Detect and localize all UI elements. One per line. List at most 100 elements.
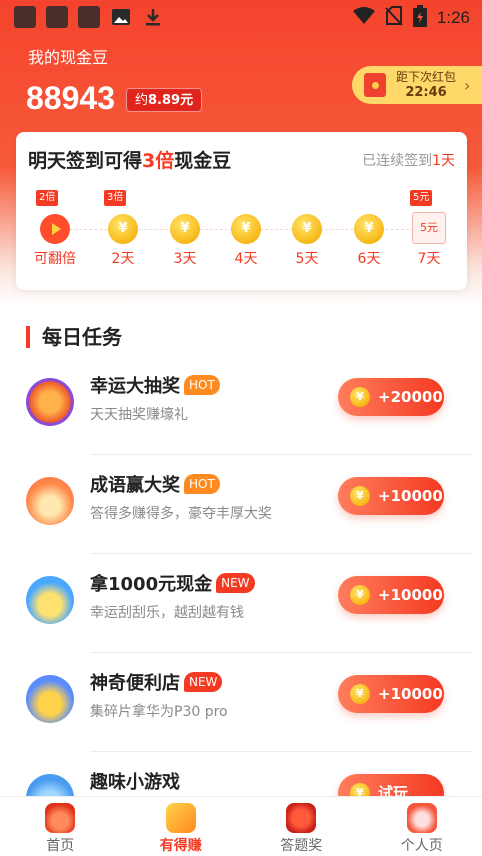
download-icon bbox=[142, 6, 164, 28]
scratch-card-icon bbox=[26, 576, 74, 624]
coin-icon: ¥ bbox=[350, 387, 370, 407]
task-desc: 天天抽奖赚壕礼 bbox=[90, 407, 188, 423]
task-row[interactable]: 成语赢大奖 HOT 答得多赚得多，豪夺丰厚大奖 ¥ +10000 bbox=[0, 474, 482, 577]
tab-label: 个人页 bbox=[400, 838, 443, 854]
signin-card: 明天签到可得3倍现金豆 已连续签到1天 2倍 可翻倍 3倍 ¥ 2天 ¥ 3天 … bbox=[16, 132, 467, 290]
tab-label: 首页 bbox=[46, 838, 75, 854]
store-icon bbox=[26, 675, 74, 723]
lucky-wheel-icon bbox=[26, 378, 74, 426]
coin-icon: ¥ bbox=[231, 214, 261, 244]
coin-icon: ¥ bbox=[292, 214, 322, 244]
task-reward-button[interactable]: ¥ +10000 bbox=[338, 675, 444, 713]
cash-approx-badge: 约8.89元 bbox=[126, 88, 203, 112]
tab-home[interactable]: 首页 bbox=[0, 797, 121, 856]
next-redpacket-countdown: 22:46 bbox=[405, 84, 447, 100]
task-title: 幸运大抽奖 bbox=[90, 376, 180, 397]
streak-prefix: 已连续签到 bbox=[362, 153, 433, 169]
task-reward-button[interactable]: ¥ +10000 bbox=[338, 576, 444, 614]
hot-badge: HOT bbox=[184, 474, 220, 494]
reward-label: +10000 bbox=[378, 487, 443, 505]
reward-label: +10000 bbox=[378, 685, 443, 703]
next-redpacket-label: 距下次红包 bbox=[396, 69, 457, 84]
streak-days: 1天 bbox=[432, 153, 455, 169]
task-row[interactable]: 神奇便利店 NEW 集碎片拿华为P30 pro ¥ +10000 bbox=[0, 672, 482, 775]
status-bar: 1:26 bbox=[0, 0, 482, 34]
task-name: 幸运大抽奖 HOT bbox=[90, 372, 220, 398]
task-title: 趣味小游戏 bbox=[90, 772, 180, 793]
task-desc: 集碎片拿华为P30 pro bbox=[90, 704, 228, 720]
idiom-book-icon bbox=[26, 477, 74, 525]
coin-icon: ¥ bbox=[354, 214, 384, 244]
play-video-icon bbox=[40, 214, 70, 244]
red-packet-icon bbox=[165, 803, 196, 833]
signin-title-prefix: 明天签到可得 bbox=[28, 150, 143, 172]
coin-icon: ¥ bbox=[108, 214, 138, 244]
coin-icon: ¥ bbox=[350, 585, 370, 605]
multiplier-tag: 2倍 bbox=[36, 190, 59, 206]
task-row[interactable]: 拿1000元现金 NEW 幸运刮刮乐，越刮越有钱 ¥ +10000 bbox=[0, 573, 482, 676]
chevron-right-icon: › bbox=[464, 75, 471, 95]
day-label: 3天 bbox=[173, 251, 197, 267]
tab-quiz[interactable]: 答题奖 bbox=[241, 797, 362, 856]
cash-amount: 88943 bbox=[26, 80, 115, 116]
image-icon bbox=[110, 6, 132, 28]
reward-label: +10000 bbox=[378, 586, 443, 604]
lantern-icon bbox=[286, 803, 317, 833]
divider bbox=[90, 652, 472, 653]
day-label: 4天 bbox=[234, 251, 258, 267]
task-row[interactable]: 幸运大抽奖 HOT 天天抽奖赚壕礼 ¥ +20000 bbox=[0, 375, 482, 478]
tab-profile[interactable]: 个人页 bbox=[362, 797, 482, 856]
signin-title-suffix: 现金豆 bbox=[174, 150, 232, 172]
approx-prefix: 约 bbox=[135, 93, 149, 108]
task-name: 成语赢大奖 HOT bbox=[90, 471, 220, 497]
coin-icon: ¥ bbox=[170, 214, 200, 244]
cash-tag: 5元 bbox=[410, 190, 433, 206]
signin-title-highlight: 3倍 bbox=[142, 150, 175, 172]
notification-icon bbox=[78, 6, 100, 28]
coin-icon: ¥ bbox=[350, 684, 370, 704]
hot-badge: HOT bbox=[184, 375, 220, 395]
new-badge: NEW bbox=[216, 573, 255, 593]
reward-label: +20000 bbox=[378, 388, 443, 406]
notification-icon bbox=[14, 6, 36, 28]
notification-icon bbox=[46, 6, 68, 28]
wifi-icon bbox=[352, 7, 375, 29]
mascot-avatar-icon bbox=[406, 803, 437, 833]
task-reward-button[interactable]: ¥ +20000 bbox=[338, 378, 444, 416]
new-badge: NEW bbox=[184, 672, 223, 692]
task-title: 神奇便利店 bbox=[90, 673, 180, 694]
battery-icon bbox=[412, 5, 427, 31]
no-sim-icon bbox=[385, 6, 403, 30]
tab-label: 答题奖 bbox=[280, 838, 323, 854]
day-label: 7天 bbox=[417, 251, 441, 267]
clock: 1:26 bbox=[436, 8, 470, 27]
task-name: 神奇便利店 NEW bbox=[90, 669, 223, 695]
next-redpacket-button[interactable]: 距下次红包 22:46 › bbox=[352, 66, 482, 104]
divider bbox=[90, 454, 472, 455]
task-name: 拿1000元现金 NEW bbox=[90, 570, 255, 596]
day-label: 5天 bbox=[295, 251, 319, 267]
multiplier-tag: 3倍 bbox=[104, 190, 127, 206]
divider bbox=[90, 553, 472, 554]
divider bbox=[90, 751, 472, 752]
task-reward-button[interactable]: ¥ +10000 bbox=[338, 477, 444, 515]
coin-icon: ¥ bbox=[350, 486, 370, 506]
signin-streak: 已连续签到1天 bbox=[362, 150, 455, 170]
cash-label: 我的现金豆 bbox=[28, 48, 109, 67]
task-title: 拿1000元现金 bbox=[90, 574, 213, 595]
tab-earn[interactable]: 有得赚 bbox=[121, 797, 242, 856]
day-label: 6天 bbox=[357, 251, 381, 267]
day-label: 2天 bbox=[111, 251, 135, 267]
red-envelope-icon: 5元 bbox=[412, 212, 446, 244]
tab-label: 有得赚 bbox=[159, 838, 202, 854]
task-name: 趣味小游戏 bbox=[90, 768, 180, 794]
bottom-tab-bar: 首页 有得赚 答题奖 个人页 bbox=[0, 796, 482, 856]
task-title: 成语赢大奖 bbox=[90, 475, 180, 496]
daily-tasks-title: 每日任务 bbox=[26, 326, 122, 348]
approx-value: 8.89元 bbox=[148, 93, 194, 108]
signin-title: 明天签到可得3倍现金豆 bbox=[28, 146, 231, 173]
red-packet-icon bbox=[364, 73, 386, 97]
day-label: 可翻倍 bbox=[34, 251, 76, 267]
task-desc: 幸运刮刮乐，越刮越有钱 bbox=[90, 605, 244, 621]
task-desc: 答得多赚得多，豪夺丰厚大奖 bbox=[90, 506, 272, 522]
